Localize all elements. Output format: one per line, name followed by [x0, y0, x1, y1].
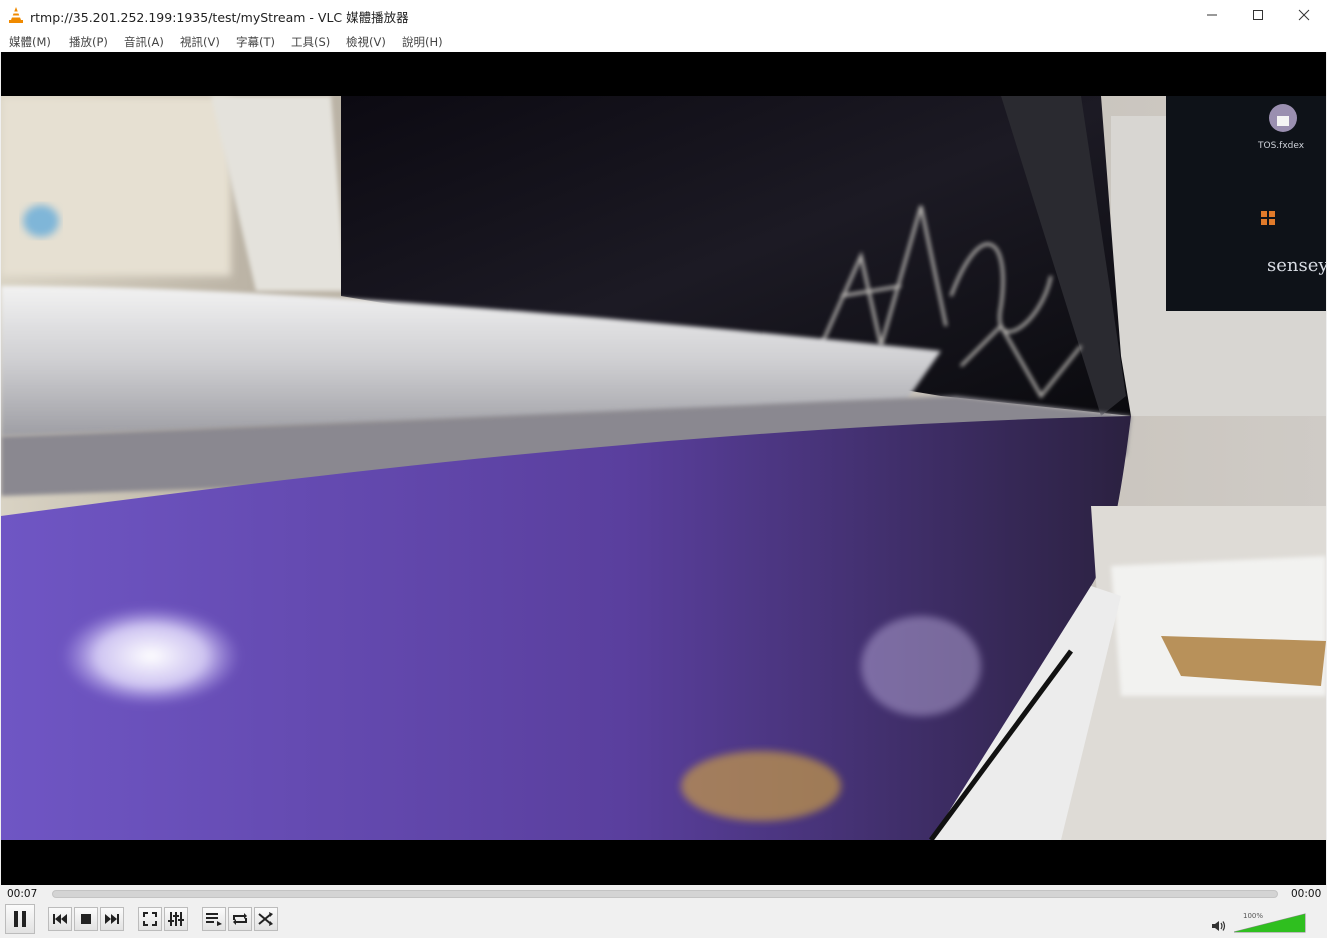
playlist-icon [206, 913, 222, 926]
title-bar: rtmp://35.201.252.199:1935/test/myStream… [0, 0, 1327, 30]
menu-bar: 媒體(M) 播放(P) 音訊(A) 視訊(V) 字幕(T) 工具(S) 檢視(V… [0, 30, 1327, 52]
window-title: rtmp://35.201.252.199:1935/test/myStream… [30, 10, 409, 25]
pause-button[interactable] [5, 904, 35, 934]
fullscreen-button[interactable] [138, 907, 162, 931]
maximize-button[interactable] [1235, 0, 1281, 30]
menu-audio[interactable]: 音訊(A) [124, 34, 164, 50]
stop-button[interactable] [74, 907, 98, 931]
monitor-brand: sensey [1267, 255, 1326, 276]
elapsed-time[interactable]: 00:07 [7, 888, 37, 900]
seek-bar[interactable] [52, 890, 1278, 898]
video-area[interactable]: TOS.fxdex sensey [1, 52, 1326, 885]
menu-tools[interactable]: 工具(S) [291, 34, 330, 50]
menu-view[interactable]: 檢視(V) [346, 34, 386, 50]
stop-icon [81, 914, 91, 924]
menu-playback[interactable]: 播放(P) [69, 34, 108, 50]
monitor-icon-label: TOS.fxdex [1257, 141, 1305, 151]
close-button[interactable] [1281, 0, 1327, 30]
shuffle-icon [258, 912, 273, 926]
control-bar: 00:07 00:00 100% [0, 885, 1327, 938]
previous-button[interactable] [48, 907, 72, 931]
playlist-button[interactable] [202, 907, 226, 931]
extended-settings-icon [168, 912, 184, 926]
speaker-icon[interactable] [1212, 920, 1226, 932]
minimize-button[interactable] [1189, 0, 1235, 30]
volume-slider[interactable] [1234, 913, 1306, 933]
fullscreen-icon [143, 912, 157, 926]
loop-button[interactable] [228, 907, 252, 931]
shuffle-button[interactable] [254, 907, 278, 931]
menu-video[interactable]: 視訊(V) [180, 34, 220, 50]
maximize-icon [1253, 10, 1263, 20]
minimize-icon [1207, 14, 1217, 16]
loop-icon [233, 913, 247, 925]
close-icon [1298, 9, 1310, 21]
video-frame: TOS.fxdex sensey [1, 96, 1326, 840]
extended-settings-button[interactable] [164, 907, 188, 931]
menu-subtitle[interactable]: 字幕(T) [236, 34, 275, 50]
remaining-time[interactable]: 00:00 [1291, 888, 1321, 900]
vlc-cone-icon [9, 7, 23, 23]
menu-help[interactable]: 說明(H) [402, 34, 443, 50]
next-icon [105, 914, 119, 924]
menu-media[interactable]: 媒體(M) [9, 34, 51, 50]
next-button[interactable] [100, 907, 124, 931]
video-picture: TOS.fxdex sensey [1, 96, 1326, 840]
previous-icon [53, 914, 67, 924]
pause-icon [14, 911, 26, 927]
